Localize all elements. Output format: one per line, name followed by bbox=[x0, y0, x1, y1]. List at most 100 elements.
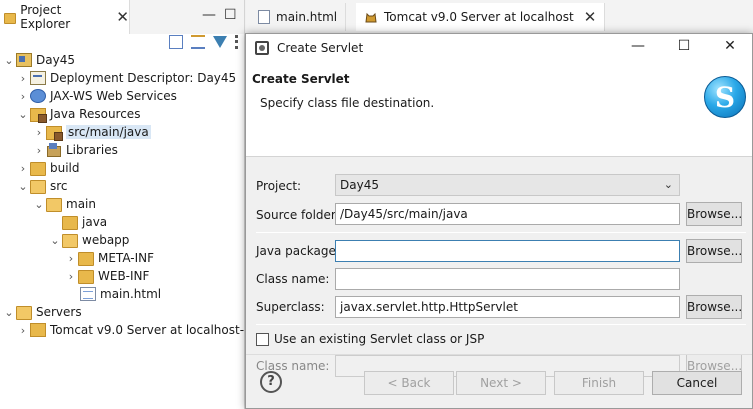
cancel-button[interactable]: Cancel bbox=[652, 371, 742, 395]
eclipse-icon bbox=[255, 41, 269, 55]
tree-item-servers[interactable]: ⌄ Servers bbox=[2, 303, 82, 321]
tree-item-label: META-INF bbox=[98, 251, 155, 265]
tree-item-label: build bbox=[50, 161, 80, 175]
source-folder-icon bbox=[46, 126, 63, 141]
tree-item-java-resources[interactable]: ⌄ Java Resources bbox=[16, 105, 140, 123]
use-existing-servlet-checkbox[interactable] bbox=[256, 333, 269, 346]
collapse-all-icon[interactable] bbox=[169, 35, 183, 49]
class-name-field[interactable] bbox=[335, 268, 680, 290]
tree-item-main[interactable]: ⌄ main bbox=[32, 195, 96, 213]
minimize-view-icon[interactable]: — bbox=[202, 7, 216, 23]
tab-main-html[interactable]: main.html bbox=[250, 3, 347, 31]
separator bbox=[256, 232, 746, 233]
chevron-right-icon[interactable]: › bbox=[16, 324, 30, 337]
superclass-field[interactable]: javax.servlet.http.HttpServlet bbox=[335, 296, 680, 318]
chevron-right-icon[interactable]: › bbox=[32, 126, 46, 139]
tree-item-label: Libraries bbox=[66, 143, 118, 157]
close-icon[interactable]: ✕ bbox=[116, 8, 129, 26]
tree-item-libraries[interactable]: › Libraries bbox=[32, 141, 118, 159]
tree-item-web-inf[interactable]: › WEB-INF bbox=[64, 267, 149, 285]
create-servlet-dialog: Create Servlet — ☐ ✕ Create Servlet Spec… bbox=[245, 33, 753, 409]
superclass-browse-button[interactable]: Browse... bbox=[686, 295, 742, 319]
help-icon[interactable]: ? bbox=[260, 371, 282, 393]
chevron-right-icon[interactable]: › bbox=[32, 144, 46, 157]
folder-icon bbox=[62, 216, 78, 230]
minimize-icon[interactable]: — bbox=[624, 38, 652, 58]
folder-icon bbox=[78, 252, 94, 266]
tab-label: main.html bbox=[276, 10, 338, 24]
dialog-title: Create Servlet bbox=[277, 41, 364, 55]
project-explorer-icon bbox=[4, 12, 17, 24]
chevron-down-icon[interactable]: ⌄ bbox=[2, 306, 16, 319]
chevron-right-icon[interactable]: › bbox=[16, 90, 30, 103]
wizard-description: Specify class file destination. bbox=[260, 96, 435, 110]
deployment-descriptor-icon bbox=[30, 71, 46, 85]
tree-item-label: java bbox=[82, 215, 108, 229]
tree-item-deployment-descriptor[interactable]: › Deployment Descriptor: Day45 bbox=[16, 69, 236, 87]
tree-item-main-html[interactable]: main.html bbox=[64, 285, 161, 303]
chevron-right-icon[interactable]: › bbox=[16, 72, 30, 85]
folder-icon bbox=[78, 270, 94, 284]
chevron-right-icon[interactable]: › bbox=[16, 162, 30, 175]
next-button[interactable]: Next > bbox=[456, 371, 546, 395]
tree-item-label: main.html bbox=[100, 287, 162, 301]
project-label: Project: bbox=[256, 179, 302, 193]
tree-item-meta-inf[interactable]: › META-INF bbox=[64, 249, 154, 267]
back-button[interactable]: < Back bbox=[364, 371, 454, 395]
web-services-icon bbox=[30, 89, 46, 103]
tab-tomcat-server[interactable]: Tomcat v9.0 Server at localhost ✕ bbox=[356, 3, 606, 31]
tree-item-webapp[interactable]: ⌄ webapp bbox=[48, 231, 129, 249]
tree-item-src[interactable]: ⌄ src bbox=[16, 177, 68, 195]
chevron-down-icon[interactable]: ⌄ bbox=[48, 234, 62, 247]
maximize-icon[interactable]: ☐ bbox=[670, 38, 698, 58]
java-package-label: Java package: bbox=[256, 244, 340, 258]
wizard-banner: Create Servlet Specify class file destin… bbox=[246, 62, 752, 157]
footer-separator bbox=[246, 354, 752, 355]
tree-item-jax-ws[interactable]: › JAX-WS Web Services bbox=[16, 87, 177, 105]
close-icon[interactable]: ✕ bbox=[584, 8, 597, 26]
chevron-down-icon[interactable]: ⌄ bbox=[16, 108, 30, 121]
tree-item-label: Tomcat v9.0 Server at localhost-con bbox=[50, 323, 245, 337]
wizard-heading: Create Servlet bbox=[252, 72, 350, 86]
tree-item-label: JAX-WS Web Services bbox=[50, 89, 177, 103]
source-folder-field[interactable]: /Day45/src/main/java bbox=[335, 203, 680, 225]
servlet-wizard-logo: S bbox=[704, 76, 746, 118]
link-with-editor-icon[interactable] bbox=[191, 35, 205, 49]
tree-item-label: Deployment Descriptor: Day45 bbox=[50, 71, 237, 85]
project-explorer-tab-title: Project Explorer bbox=[20, 3, 71, 31]
project-icon bbox=[16, 53, 32, 67]
close-icon[interactable]: ✕ bbox=[716, 38, 744, 58]
tree-item-label: Day45 bbox=[36, 53, 75, 67]
maximize-view-icon[interactable]: ☐ bbox=[224, 7, 237, 23]
project-dropdown[interactable]: Day45 ⌄ bbox=[335, 174, 680, 196]
chevron-right-icon[interactable]: › bbox=[64, 252, 78, 265]
tree-item-build[interactable]: › build bbox=[16, 159, 80, 177]
chevron-down-icon[interactable]: ⌄ bbox=[2, 54, 16, 67]
chevron-right-icon[interactable]: › bbox=[64, 270, 78, 283]
explorer-tabbar: Project Explorer ✕ — ☐ bbox=[0, 0, 244, 34]
tree-item-tomcat-server[interactable]: › Tomcat v9.0 Server at localhost-con bbox=[16, 321, 245, 339]
libraries-icon bbox=[46, 143, 62, 157]
java-resources-icon bbox=[30, 108, 47, 123]
folder-icon bbox=[30, 162, 46, 176]
finish-button[interactable]: Finish bbox=[554, 371, 644, 395]
chevron-down-icon: ⌄ bbox=[663, 178, 673, 191]
java-package-field[interactable] bbox=[335, 240, 680, 262]
tree-item-label: src/main/java bbox=[66, 125, 151, 139]
tree-item-day45[interactable]: ⌄ Day45 bbox=[2, 51, 75, 69]
chevron-down-icon[interactable]: ⌄ bbox=[32, 198, 46, 211]
tree-item-java[interactable]: java bbox=[48, 213, 107, 231]
tree-item-label: WEB-INF bbox=[98, 269, 150, 283]
html-file-icon bbox=[258, 10, 270, 24]
chevron-down-icon[interactable]: ⌄ bbox=[16, 180, 30, 193]
explorer-toolbar bbox=[169, 34, 238, 50]
java-package-browse-button[interactable]: Browse... bbox=[686, 239, 742, 263]
folder-icon bbox=[46, 198, 62, 212]
source-folder-browse-button[interactable]: Browse... bbox=[686, 202, 742, 226]
tree-item-label: webapp bbox=[82, 233, 130, 247]
view-menu-icon[interactable] bbox=[235, 35, 238, 49]
filter-icon[interactable] bbox=[213, 36, 227, 48]
tree-item-src-main-java[interactable]: › src/main/java bbox=[32, 123, 151, 141]
project-explorer-view: Project Explorer ✕ — ☐ ⌄ Day45 › Deploym… bbox=[0, 0, 245, 409]
project-explorer-tab[interactable]: Project Explorer ✕ bbox=[0, 0, 130, 34]
